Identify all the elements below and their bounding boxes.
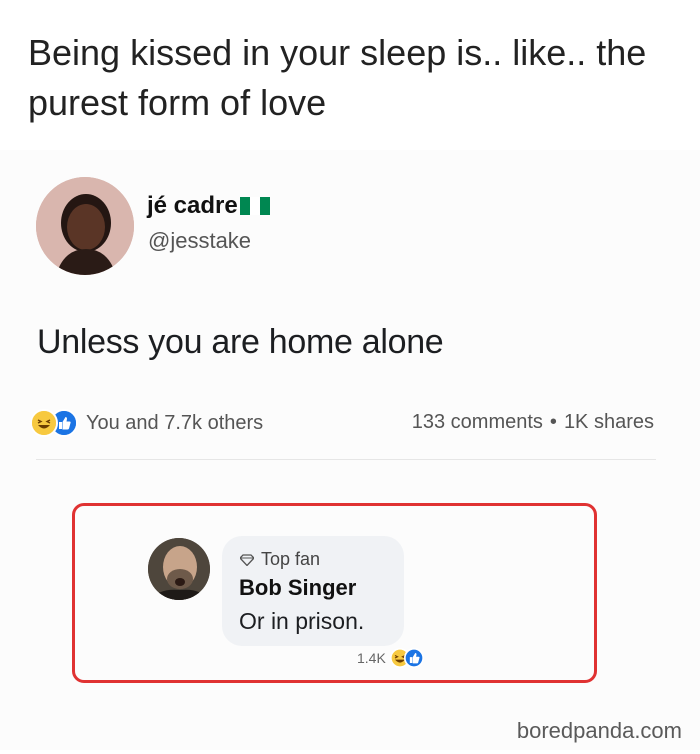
boredpanda-watermark: boredpanda.com [516, 718, 682, 743]
post-text: Unless you are home alone [37, 323, 444, 361]
comments-count[interactable]: 133 comments [412, 411, 543, 433]
thumbs-up-icon [403, 648, 424, 668]
post-reactions[interactable]: You and 7.7k others [30, 408, 263, 438]
author-avatar-portrait [36, 177, 134, 275]
author-name[interactable]: jé cadre [147, 192, 270, 220]
top-fan-label: Top fan [261, 549, 321, 569]
caption-title: Being kissed in your sleep is.. like.. t… [28, 32, 647, 123]
shares-count[interactable]: 1K shares [564, 411, 654, 433]
reactions-label: You and 7.7k others [86, 411, 264, 434]
author-avatar[interactable] [36, 177, 134, 275]
stats-separator: • [549, 411, 557, 433]
commenter-avatar[interactable] [148, 538, 210, 600]
top-fan-badge: Top fan [240, 549, 320, 570]
comment-reactions[interactable]: 1.4K [357, 648, 424, 668]
nigeria-flag-icon [239, 194, 270, 215]
comment-bubble[interactable]: Top fan Bob Singer Or in prison. [222, 536, 404, 646]
post-stats: 133 comments • 1K shares [412, 411, 654, 434]
comment-text: Or in prison. [239, 608, 365, 634]
diamond-icon [240, 553, 254, 566]
comment-reaction-count: 1.4K [357, 650, 386, 666]
author-name-text: jé cadre [147, 192, 238, 219]
laughing-emoji-icon [30, 409, 58, 437]
commenter-avatar-portrait [148, 538, 210, 600]
commenter-name[interactable]: Bob Singer [239, 575, 356, 601]
author-handle[interactable]: @jesstake [148, 228, 251, 254]
divider [36, 459, 656, 460]
